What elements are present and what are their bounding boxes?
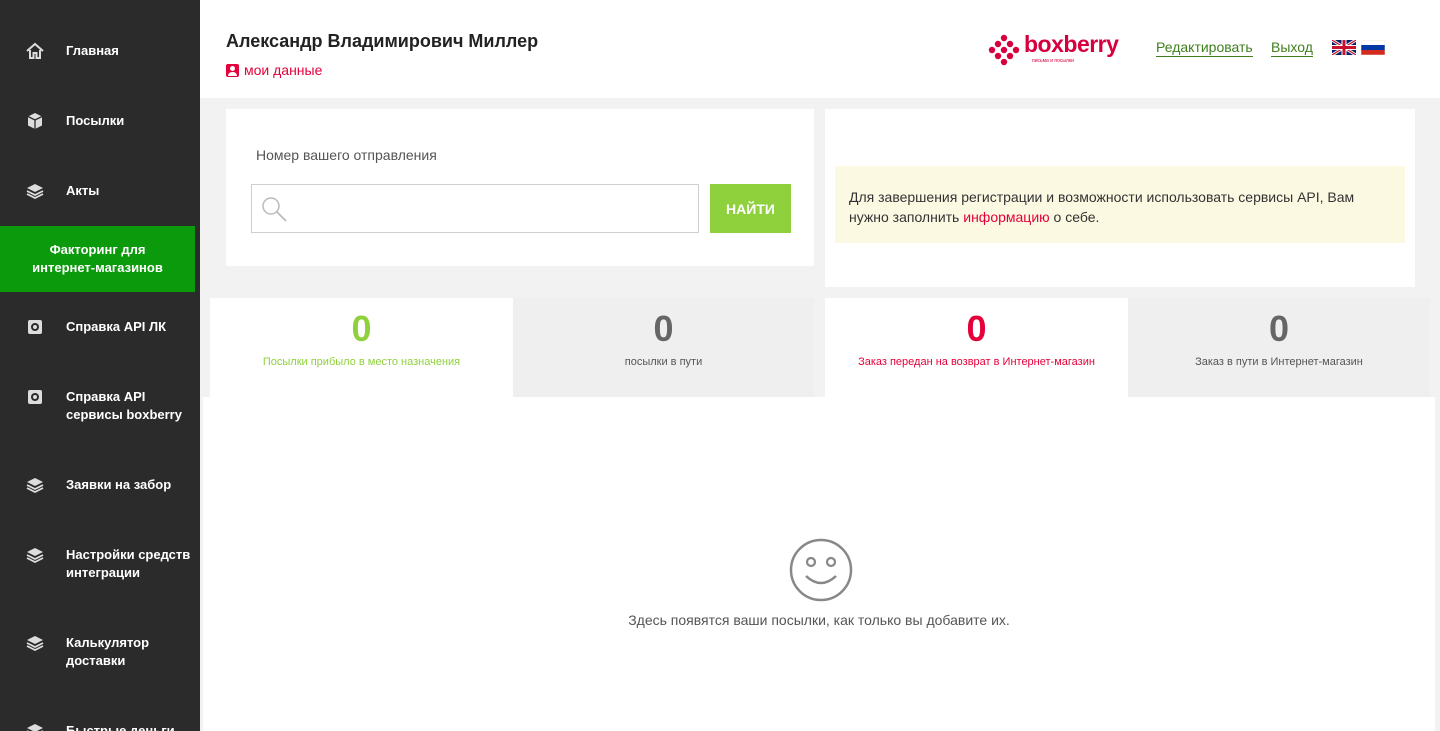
logo-dots-icon — [988, 34, 1020, 66]
empty-state-text: Здесь появятся ваши посылки, как только … — [628, 612, 1010, 628]
notice-text-after: о себе. — [1049, 209, 1100, 225]
stat-value: 0 — [653, 308, 674, 349]
gear-icon — [26, 318, 44, 336]
home-icon — [26, 42, 44, 60]
stat-arrived[interactable]: 0 Посылки прибыло в место назначения — [210, 298, 513, 397]
stat-caption: Заказ в пути в Интернет-магазин — [1195, 356, 1363, 368]
smiley-icon — [789, 538, 853, 602]
layers-icon — [26, 722, 44, 731]
sidebar-item-label: Главная — [66, 43, 119, 58]
sidebar-item-label: Быстрые деньги — [66, 723, 175, 731]
layers-icon — [26, 476, 44, 494]
layers-icon — [26, 546, 44, 564]
search-card: Номер вашего отправления НАЙТИ — [226, 109, 814, 266]
notice-text-before: Для завершения регистрации и возможности… — [849, 189, 1355, 225]
user-name: Александр Владимирович Миллер — [226, 31, 539, 51]
sidebar-item-label: Справка API ЛК — [66, 319, 167, 334]
parcels-empty-state: Здесь появятся ваши посылки, как только … — [203, 397, 1435, 731]
logo-subtitle: письма и посылки — [1032, 58, 1074, 64]
sidebar-item-label: Настройки средств интеграции — [66, 547, 191, 580]
sidebar-item-label: Заявки на забор — [66, 477, 172, 492]
stat-value: 0 — [1268, 308, 1290, 349]
search-label: Номер вашего отправления — [256, 147, 437, 163]
sidebar-item-factoring[interactable]: Факторинг для интернет-магазинов — [0, 226, 195, 292]
sidebar: Главная Посылки Акты Факторинг для интер… — [0, 0, 200, 731]
sidebar-item-label: Калькулятор доставки — [66, 635, 150, 668]
find-button[interactable]: НАЙТИ — [710, 184, 791, 233]
logout-link[interactable]: Выход — [1271, 39, 1313, 57]
gear-icon — [26, 388, 44, 406]
stat-caption: Заказ передан на возврат в Интернет-мага… — [858, 356, 1095, 368]
my-data-label: мои данные — [244, 62, 323, 78]
header: Александр Владимирович Миллер мои данные… — [200, 0, 1440, 98]
search-icon — [262, 197, 287, 222]
stat-returning[interactable]: 0 Заказ в пути в Интернет-магазин — [1128, 298, 1430, 397]
stat-caption: Посылки прибыло в место назначения — [262, 356, 461, 368]
sidebar-item-label: Посылки — [66, 113, 125, 128]
sidebar-item-label: Акты — [66, 183, 100, 198]
russian-flag-icon[interactable] — [1361, 40, 1385, 55]
boxberry-logo[interactable]: boxberry письма и посылки — [988, 31, 1128, 67]
layers-icon — [26, 182, 44, 200]
registration-notice: Для завершения регистрации и возможности… — [835, 166, 1405, 243]
notice-card: Для завершения регистрации и возможности… — [825, 109, 1415, 287]
tracking-number-input[interactable] — [292, 185, 692, 232]
notice-info-link[interactable]: информацию — [963, 209, 1049, 225]
stat-value: 0 — [351, 308, 372, 349]
stat-caption: посылки в пути — [624, 356, 703, 368]
package-icon — [26, 112, 44, 130]
stat-in-transit[interactable]: 0 посылки в пути — [513, 298, 814, 397]
my-data-link[interactable]: мои данные — [226, 62, 322, 78]
user-icon — [226, 63, 239, 77]
edit-link[interactable]: Редактировать — [1156, 39, 1253, 57]
layers-icon — [26, 634, 44, 652]
stat-value: 0 — [966, 308, 987, 349]
search-box[interactable] — [251, 184, 699, 233]
logo-text: boxberry — [1024, 31, 1119, 57]
english-flag-icon[interactable] — [1332, 40, 1356, 55]
sidebar-item-label: Факторинг для интернет-магазинов — [32, 242, 163, 275]
sidebar-item-label: Справка API сервисы boxberry — [66, 389, 182, 422]
stat-returned[interactable]: 0 Заказ передан на возврат в Интернет-ма… — [825, 298, 1128, 397]
